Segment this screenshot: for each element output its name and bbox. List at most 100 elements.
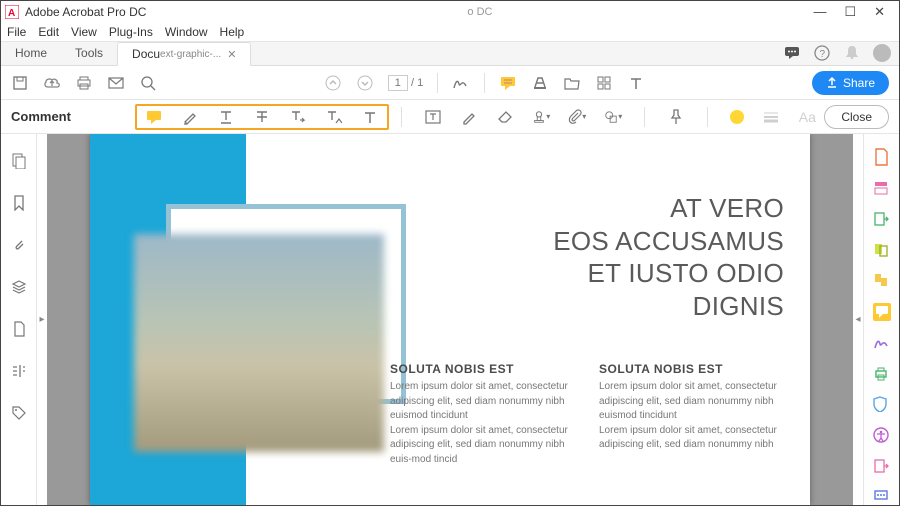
left-nav-rail (1, 134, 37, 505)
comment-label: Comment (11, 109, 135, 124)
sign-icon[interactable] (452, 74, 470, 92)
stamp-tool-icon[interactable]: ▾ (532, 108, 550, 126)
mail-icon[interactable] (107, 74, 125, 92)
svg-text:?: ? (820, 49, 826, 60)
compare-icon[interactable] (873, 458, 891, 475)
page-up-icon[interactable] (324, 74, 342, 92)
highlight-tool-icon[interactable] (181, 108, 199, 126)
text-tool-icon[interactable] (627, 74, 645, 92)
comment-tool-icon[interactable] (873, 303, 891, 321)
strikethrough-tool-icon[interactable] (253, 108, 271, 126)
save-icon[interactable] (11, 74, 29, 92)
upload-icon (826, 77, 838, 89)
comment-toolbar: Comment ▾ ▾ ▾ Aa Close (1, 100, 899, 134)
right-collapse-handle[interactable]: ◂ (853, 134, 863, 505)
textbox-tool-icon[interactable] (424, 108, 442, 126)
account-avatar[interactable] (873, 44, 891, 62)
app-icon: A (5, 5, 19, 19)
replace-text-tool-icon[interactable] (289, 108, 307, 126)
title-bar: A Adobe Acrobat Pro DC o DC — ☐ ✕ (1, 1, 899, 23)
share-label: Share (843, 76, 875, 90)
protect-icon[interactable] (873, 396, 891, 413)
menu-plugins[interactable]: Plug-Ins (109, 25, 153, 39)
svg-text:A: A (8, 8, 15, 19)
note-icon[interactable] (499, 74, 517, 92)
content-area: ▸ AT VERO EOS ACCUSAMUS ET IUSTO ODIO DI… (1, 134, 899, 505)
document-viewport[interactable]: AT VERO EOS ACCUSAMUS ET IUSTO ODIO DIGN… (47, 134, 853, 505)
menu-file[interactable]: File (7, 25, 26, 39)
menu-bar: File Edit View Plug-Ins Window Help (1, 23, 899, 42)
col1-body: Lorem ipsum dolor sit amet, consectetur … (390, 380, 575, 467)
line-weight-icon[interactable] (762, 108, 780, 126)
help-icon[interactable]: ? (813, 44, 831, 62)
page-total: 1 (417, 77, 423, 89)
app-title: Adobe Acrobat Pro DC (25, 5, 146, 19)
organize-pages-icon[interactable] (873, 272, 891, 289)
pencil-tool-icon[interactable] (460, 108, 478, 126)
bookmark-icon[interactable] (10, 194, 28, 212)
attachments-icon[interactable] (10, 236, 28, 254)
bell-icon[interactable] (843, 44, 861, 62)
tab-document[interactable]: Docuext-graphic-... ✕ (117, 42, 251, 66)
menu-help[interactable]: Help (220, 25, 245, 39)
minimize-button[interactable]: — (813, 4, 826, 20)
more-tools-icon[interactable] (873, 488, 891, 505)
left-collapse-handle[interactable]: ▸ (37, 134, 47, 505)
organize-icon[interactable] (595, 74, 613, 92)
photo-image (134, 234, 384, 452)
print-icon[interactable] (75, 74, 93, 92)
edit-pdf-icon[interactable] (873, 180, 891, 197)
sticky-note-tool-icon[interactable] (145, 108, 163, 126)
maximize-button[interactable]: ☐ (844, 4, 856, 20)
main-toolbar: 1 / 1 Share (1, 66, 899, 100)
pdf-page: AT VERO EOS ACCUSAMUS ET IUSTO ODIO DIGN… (90, 134, 810, 505)
close-button[interactable]: Close (824, 105, 889, 129)
menu-edit[interactable]: Edit (38, 25, 59, 39)
add-text-tool-icon[interactable] (361, 108, 379, 126)
page-down-icon[interactable] (356, 74, 374, 92)
tab-document-suffix: ext-graphic-... (160, 49, 221, 60)
column-2: SOLUTA NOBIS EST Lorem ipsum dolor sit a… (599, 362, 784, 467)
tab-close-icon[interactable]: ✕ (227, 48, 236, 61)
eraser-tool-icon[interactable] (496, 108, 514, 126)
underline-tool-icon[interactable] (217, 108, 235, 126)
menu-view[interactable]: View (71, 25, 97, 39)
attach-tool-icon[interactable]: ▾ (568, 108, 586, 126)
close-label: Close (841, 110, 872, 124)
layers-icon[interactable] (10, 278, 28, 296)
standards-icon[interactable] (10, 362, 28, 380)
cloud-upload-icon[interactable] (43, 74, 61, 92)
menu-window[interactable]: Window (165, 25, 208, 39)
highlight-mark-icon[interactable] (531, 74, 549, 92)
accessibility-icon[interactable] (873, 427, 891, 444)
fill-sign-icon[interactable] (873, 335, 891, 352)
thumbnails-icon[interactable] (10, 152, 28, 170)
body-columns: SOLUTA NOBIS EST Lorem ipsum dolor sit a… (390, 362, 784, 467)
page-current: 1 (395, 77, 401, 89)
tab-tools[interactable]: Tools (61, 41, 117, 65)
zoom-icon[interactable] (139, 74, 157, 92)
print-tool-icon[interactable] (873, 366, 891, 383)
close-window-button[interactable]: ✕ (874, 4, 885, 20)
shapes-tool-icon[interactable]: ▾ (604, 108, 622, 126)
create-pdf-icon[interactable] (873, 148, 891, 166)
share-button[interactable]: Share (812, 71, 889, 95)
pin-tool-icon[interactable] (667, 108, 685, 126)
column-1: SOLUTA NOBIS EST Lorem ipsum dolor sit a… (390, 362, 575, 467)
page-indicator: 1 / 1 (388, 77, 423, 89)
window-controls: — ☐ ✕ (813, 4, 895, 20)
tab-home-label: Home (15, 46, 47, 60)
color-picker-icon[interactable] (730, 110, 744, 124)
combine-icon[interactable] (873, 241, 891, 258)
highlighted-text-tools (135, 104, 389, 130)
tab-bar: Home Tools Docuext-graphic-... ✕ ? (1, 42, 899, 66)
col2-body: Lorem ipsum dolor sit amet, consectetur … (599, 380, 784, 453)
font-icon[interactable]: Aa (798, 108, 816, 126)
page-icon[interactable] (10, 320, 28, 338)
tags-icon[interactable] (10, 404, 28, 422)
export-pdf-icon[interactable] (873, 211, 891, 228)
chat-icon[interactable] (783, 44, 801, 62)
tab-home[interactable]: Home (1, 41, 61, 65)
open-icon[interactable] (563, 74, 581, 92)
insert-text-tool-icon[interactable] (325, 108, 343, 126)
